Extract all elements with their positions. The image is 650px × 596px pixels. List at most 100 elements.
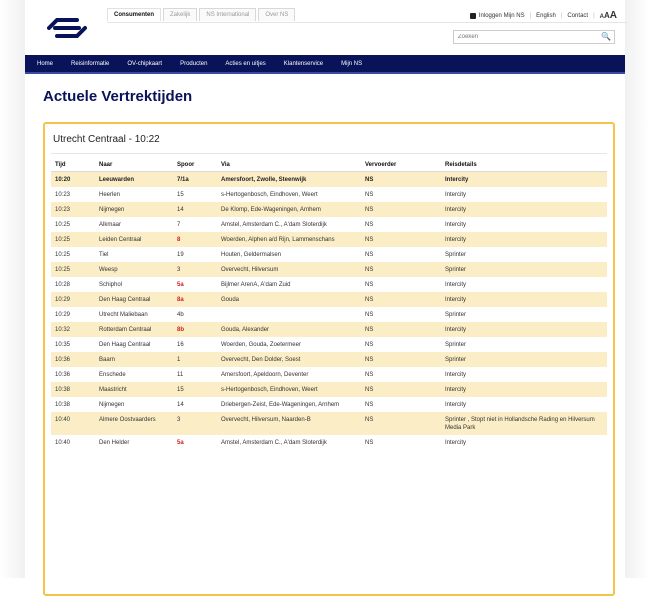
cell-spoor: 16 [177,342,184,348]
cell-via: Houten, Geldermalsen [221,252,282,258]
cell-vervoerder: NS [361,232,441,247]
tab-over-ns[interactable]: Over NS [258,8,296,21]
cell-naar: Nijmegen [99,402,125,408]
cell-vervoerder: NS [361,382,441,397]
cell-reisdetails: Sprinter [441,352,607,367]
column-header-vervoerder: Vervoerder [361,159,441,172]
cell-naar: Schiphol [99,282,123,288]
cell-naar: Maastricht [95,382,173,397]
cell-naar: Leiden Centraal [95,232,173,247]
nav-acties-en-uitjes[interactable]: Acties en uitjes [225,61,265,67]
nav-reisinformatie[interactable]: Reisinformatie [71,61,109,67]
departures-table: Tijd Naar Spoor Via Vervoerder Reisdetai… [51,159,607,450]
font-size-large[interactable]: A [610,10,617,21]
cell-via: Woerden, Alphen a/d Rijn, Lammenschans [217,232,361,247]
cell-spoor: 5a [177,282,184,288]
divider: | [529,12,532,19]
cell-spoor: 15 [177,192,184,198]
cell-naar: Utrecht Maliebaan [99,312,148,318]
cell-reisdetails: Sprinter [445,252,467,258]
table-row: 10:25 Alkmaar 7 Amstel, Amsterdam C., A'dam… [51,217,607,232]
search-input[interactable] [454,34,602,40]
column-header-via: Via [217,159,361,172]
cell-naar: Leeuwarden [95,171,173,187]
nav-producten[interactable]: Producten [180,61,207,67]
cell-reisdetails: Intercity [445,402,467,408]
cell-spoor: 3 [173,262,217,277]
cell-vervoerder: NS [365,440,374,446]
table-row: 10:32 Rotterdam Centraal 8b Gouda, Alexande… [51,322,607,337]
cell-spoor: 4b [177,312,184,318]
table-row: 10:23 Nijmegen 14 De Klomp, Ede-Wageningen,… [51,202,607,217]
cell-via: Amersfoort, Apeldoorn, Deventer [221,372,309,378]
cell-spoor: 8a [173,292,217,307]
cell-vervoerder: NS [365,342,374,348]
table-row: 10:20 Leeuwarden 7/1a Amersfoort, Zwolle, S… [51,171,607,187]
cell-via: Amstel, Amsterdam C., A'dam Sloterdijk [221,222,327,228]
nav-ov-chipkaart[interactable]: OV-chipkaart [127,61,162,67]
cell-vervoerder: NS [365,192,374,198]
cell-reisdetails: Intercity [441,382,607,397]
cell-naar: Rotterdam Centraal [95,322,173,337]
cell-reisdetails: Intercity [445,222,467,228]
cell-via: Driebergen-Zeist, Ede-Wageningen, Arnhem [221,402,340,408]
font-size-controls[interactable]: AAA [600,10,617,21]
tab-consumenten[interactable]: Consumenten [107,8,162,21]
cell-tijd: 10:28 [55,282,71,288]
cell-naar: Enschede [99,372,126,378]
ns-logo-icon[interactable] [47,14,87,42]
table-row: 10:38 Maastricht 15 s-Hertogenbosch, Eindho… [51,382,607,397]
nav-mijn-ns[interactable]: Mijn NS [341,61,362,67]
cell-tijd: 10:40 [55,440,71,446]
search-icon[interactable]: 🔍 [601,32,611,41]
cell-via: Gouda, Alexander [217,322,361,337]
cell-tijd: 10:23 [51,202,95,217]
cell-naar: Baarn [95,352,173,367]
login-link[interactable]: Inloggen Mijn NS [479,13,525,19]
cell-vervoerder: NS [361,202,441,217]
cell-spoor: 1 [173,352,217,367]
table-row: 10:29 Den Haag Centraal 8a Gouda NS Intercity [51,292,607,307]
cell-tijd: 10:25 [51,232,95,247]
cell-tijd: 10:36 [55,372,71,378]
nav-home[interactable]: Home [37,61,53,67]
cell-reisdetails: Intercity [441,292,607,307]
cell-tijd: 10:25 [55,252,71,258]
cell-via: De Klomp, Ede-Wageningen, Arnhem [217,202,361,217]
column-header-naar: Naar [95,159,173,172]
cell-tijd: 10:29 [51,292,95,307]
nav-klantenservice[interactable]: Klantenservice [284,61,323,67]
cell-spoor: 8b [173,322,217,337]
cell-vervoerder: NS [361,322,441,337]
cell-spoor: 14 [177,402,184,408]
cell-vervoerder: NS [361,292,441,307]
english-link[interactable]: English [536,13,556,19]
main-nav: Home Reisinformatie OV-chipkaart Product… [25,55,625,74]
cell-reisdetails: Sprinter [441,262,607,277]
cell-reisdetails: Intercity [445,372,467,378]
contact-link[interactable]: Contact [567,13,588,19]
cell-naar: Den Haag Centraal [95,292,173,307]
tab-zakelijk[interactable]: Zakelijk [163,8,198,21]
cell-reisdetails: Sprinter , Stopt niet in Hollandsche Rad… [441,412,607,435]
cell-via: Overvecht, Hilversum [217,262,361,277]
cell-spoor: 11 [177,372,184,378]
cell-vervoerder: NS [361,352,441,367]
table-row: 10:35 Den Haag Centraal 16 Woerden, Gouda, … [51,337,607,352]
cell-reisdetails: Intercity [445,440,467,446]
cell-spoor: 7/1a [173,171,217,187]
table-header-row: Tijd Naar Spoor Via Vervoerder Reisdetai… [51,159,607,172]
cell-reisdetails: Intercity [441,232,607,247]
tab-ns-international[interactable]: NS International [199,8,257,21]
cell-spoor: 3 [173,412,217,435]
page: Consumenten Zakelijk NS International Ov… [25,0,627,596]
cell-spoor: 14 [173,202,217,217]
cell-naar: Heerlen [99,192,121,198]
audience-tabs: Consumenten Zakelijk NS International Ov… [107,8,297,21]
table-row: 10:23 Heerlen 15 s-Hertogenbosch, Eindhoven… [51,187,607,202]
table-row: 10:25 Weesp 3 Overvecht, Hilversum NS Sprinte… [51,262,607,277]
cell-vervoerder: NS [365,312,374,318]
cell-reisdetails: Sprinter [445,342,467,348]
column-header-reisdetails: Reisdetails [441,159,607,172]
cell-spoor: 5a [177,440,184,446]
